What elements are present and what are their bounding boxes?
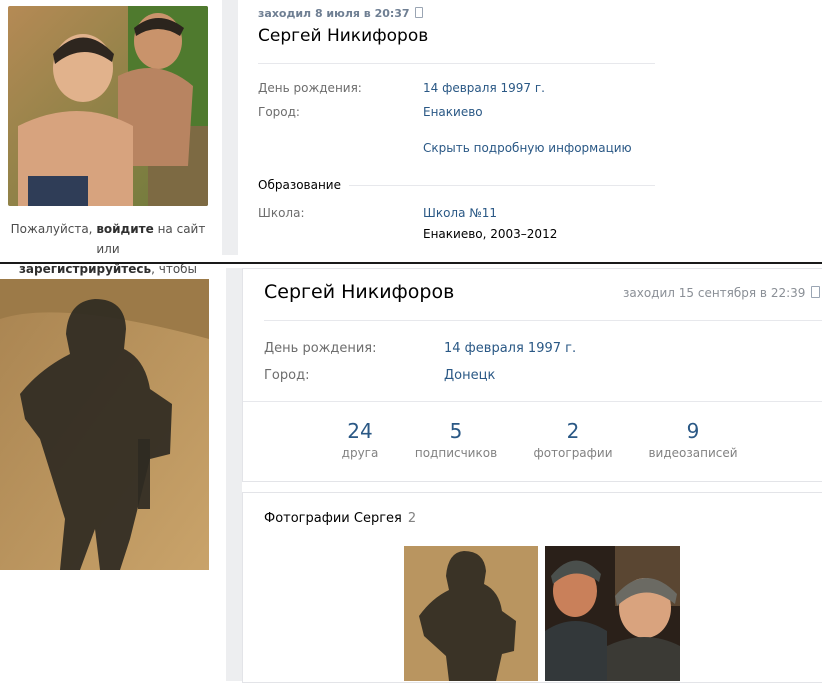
counter-value: 5 [449, 419, 463, 443]
counter-friends[interactable]: 24 друга [320, 420, 400, 460]
photo-thumbnail[interactable] [404, 546, 538, 681]
birthday-link[interactable]: 14 февраля 1997 г. [444, 341, 576, 356]
page-gutter [226, 268, 242, 681]
login-prompt-text: Пожалуйста, [10, 222, 97, 236]
school-label: Школа: [258, 206, 305, 220]
counter-value: 24 [347, 419, 373, 443]
login-prompt-text: , чтобы [151, 262, 198, 276]
last-seen-text: заходил 15 сентября в 22:39 [623, 286, 806, 300]
divider [264, 320, 822, 321]
page-gutter [222, 0, 238, 255]
phone-icon [811, 286, 821, 298]
counter-label: видеозаписей [648, 446, 738, 460]
counter-followers[interactable]: 5 подписчиков [406, 420, 506, 460]
profile-photo-top[interactable] [8, 6, 208, 206]
divider [258, 63, 655, 64]
birthday-label: День рождения: [264, 341, 377, 356]
birthday-link[interactable]: 14 февраля 1997 г. [423, 81, 545, 95]
counter-videos[interactable]: 9 видеозаписей [640, 420, 746, 460]
screenshot-separator [0, 262, 822, 264]
photo-thumbnail[interactable] [545, 546, 680, 681]
login-link[interactable]: войдите [96, 222, 153, 236]
phone-icon [414, 7, 423, 18]
counter-photos[interactable]: 2 фотографии [523, 420, 623, 460]
city-label: Город: [258, 105, 300, 119]
counter-label: фотографии [533, 446, 613, 460]
login-prompt: Пожалуйста, войдите на сайт или зарегист… [0, 219, 216, 279]
city-label: Город: [264, 368, 310, 383]
photos-count: 2 [407, 511, 417, 526]
last-seen-status: заходил 8 июля в 20:37 [258, 7, 423, 20]
divider [349, 185, 655, 186]
profile-name: Сергей Никифоров [264, 281, 455, 303]
register-link[interactable]: зарегистрируйтесь [19, 262, 151, 276]
hide-info-link[interactable]: Скрыть подробную информацию [423, 141, 632, 155]
school-details: Енакиево, 2003–2012 [423, 227, 558, 241]
photos-title: Фотографии Сергея [264, 511, 402, 526]
education-title: Образование [258, 178, 341, 192]
city-link[interactable]: Енакиево [423, 105, 483, 119]
profile-photo-bottom[interactable] [0, 279, 209, 570]
counter-label: друга [341, 446, 379, 460]
birthday-label: День рождения: [258, 81, 362, 95]
last-seen-text: заходил 8 июля в 20:37 [258, 7, 410, 20]
counter-value: 9 [686, 419, 700, 443]
divider [243, 401, 822, 402]
photos-header[interactable]: Фотографии Сергея 2 [264, 511, 416, 526]
school-link[interactable]: Школа №11 [423, 206, 497, 220]
counter-label: подписчиков [414, 446, 498, 460]
profile-name: Сергей Никифоров [258, 26, 429, 46]
counter-value: 2 [566, 419, 580, 443]
city-link[interactable]: Донецк [444, 368, 495, 383]
last-seen-status: заходил 15 сентября в 22:39 [623, 286, 821, 300]
